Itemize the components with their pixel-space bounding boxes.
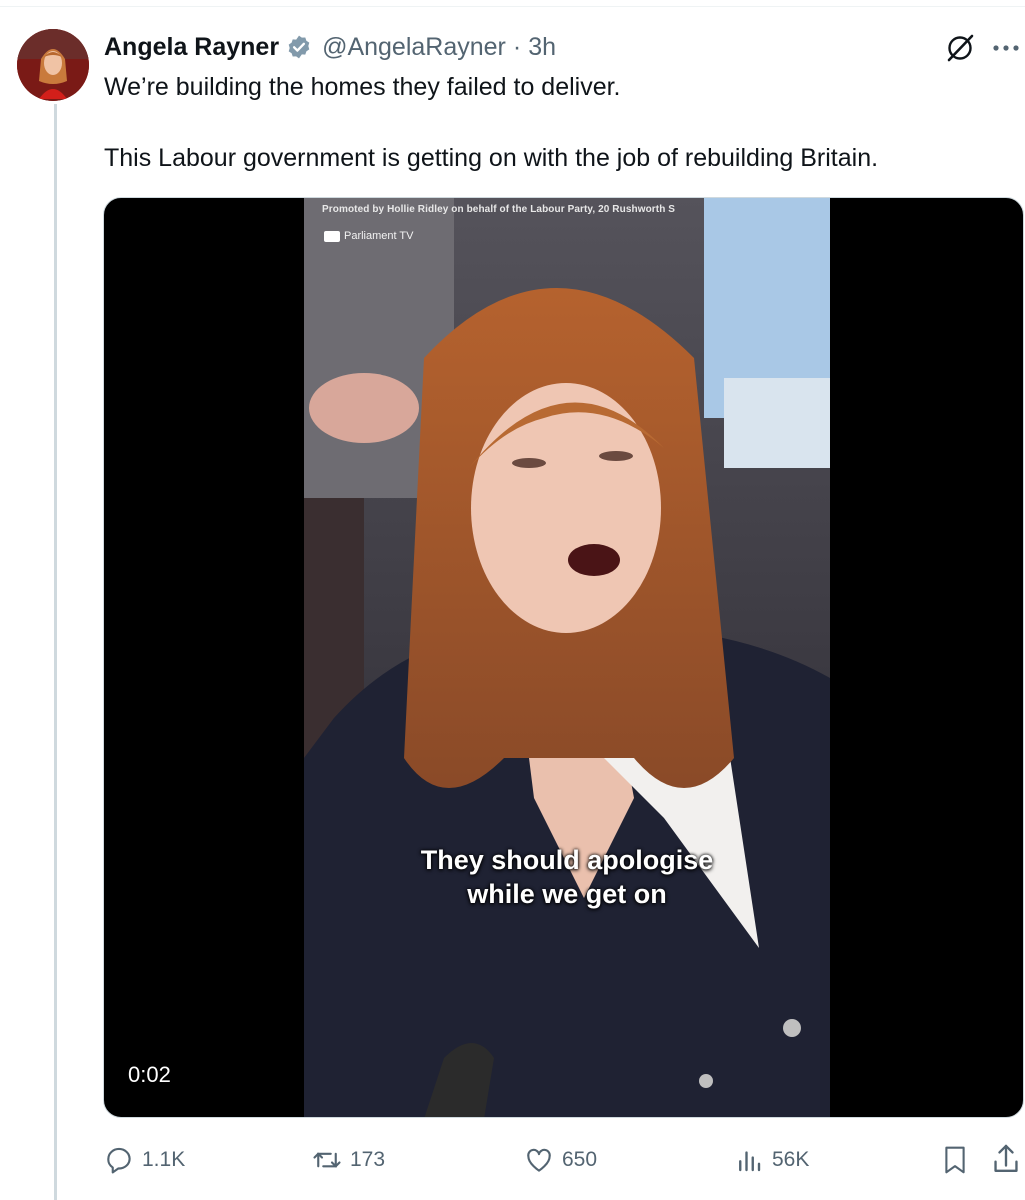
bookmark-button[interactable]	[940, 1144, 970, 1181]
bookmark-icon	[945, 1146, 965, 1174]
author-name[interactable]: Angela Rayner	[104, 33, 279, 62]
views-icon	[739, 1151, 761, 1172]
author-handle[interactable]: @AngelaRayner	[322, 33, 506, 62]
avatar[interactable]	[17, 29, 89, 101]
reply-count: 1.1K	[142, 1148, 186, 1171]
views-button[interactable]: 56K	[734, 1140, 809, 1180]
grok-icon[interactable]	[944, 32, 976, 64]
repost-icon	[313, 1152, 341, 1168]
tweet-header: Angela Rayner @AngelaRayner · 3h	[104, 30, 556, 64]
reply-button[interactable]: 1.1K	[104, 1140, 185, 1180]
top-divider	[0, 6, 1025, 7]
channel-label: Parliament TV	[324, 230, 414, 242]
promoted-by-text: Promoted by Hollie Ridley on behalf of t…	[322, 204, 676, 215]
video-frame	[304, 198, 830, 1117]
separator: ·	[512, 32, 522, 61]
share-icon	[994, 1144, 1018, 1172]
video-caption-line2: while we get on	[467, 879, 667, 909]
video-timestamp: 0:02	[128, 1062, 171, 1087]
tweet-text-line2: This Labour government is getting on wit…	[104, 144, 879, 172]
thread-line	[54, 104, 57, 1200]
verified-badge-icon	[286, 34, 312, 60]
like-icon	[527, 1148, 551, 1172]
repost-button[interactable]: 173	[312, 1140, 385, 1180]
repost-count: 173	[350, 1148, 386, 1171]
timestamp[interactable]: 3h	[528, 33, 556, 62]
share-button[interactable]	[990, 1142, 1022, 1181]
like-count: 650	[562, 1148, 598, 1171]
more-icon[interactable]	[988, 36, 1024, 60]
reply-icon	[107, 1147, 131, 1174]
channel-label-text: Parliament TV	[344, 230, 414, 242]
tv-icon	[324, 230, 340, 242]
tweet-text-line1: We’re building the homes they failed to …	[104, 73, 621, 101]
action-bar: 1.1K 173 650 56K	[104, 1140, 1025, 1180]
video-player[interactable]: Promoted by Hollie Ridley on behalf of t…	[103, 197, 1024, 1118]
like-button[interactable]: 650	[524, 1140, 597, 1180]
video-caption-line1: They should apologise	[420, 845, 714, 875]
view-count: 56K	[772, 1148, 810, 1171]
